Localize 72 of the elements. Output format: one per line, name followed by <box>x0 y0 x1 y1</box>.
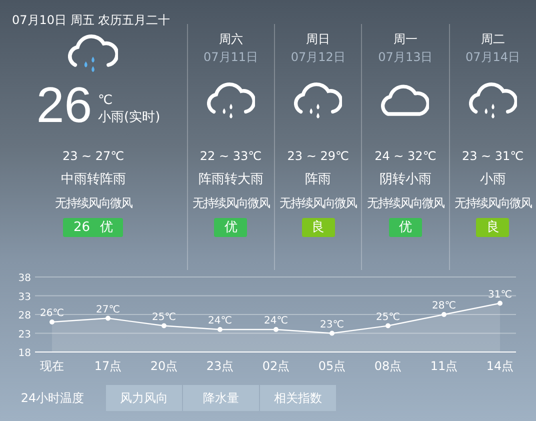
wind-text: 无持续风向微风 <box>280 194 357 212</box>
axis-tick-label: 33 <box>18 292 31 303</box>
value-label: 25℃ <box>376 312 400 323</box>
date-label: 07月12日 <box>290 49 346 66</box>
axis-tick-label: 05点 <box>318 359 346 373</box>
date-label: 07月13日 <box>378 49 433 66</box>
axis-tick-label: 17点 <box>94 359 122 373</box>
date-line: 07月10日 周五 农历五月二十 <box>11 12 172 29</box>
rain-cloud-icon <box>206 82 255 121</box>
air-quality-badge: 良 <box>302 218 335 237</box>
value-label: 24℃ <box>264 316 288 326</box>
weekday-label: 周二 <box>480 31 505 48</box>
data-point <box>274 327 278 332</box>
data-point <box>162 323 166 328</box>
tab[interactable]: 24小时温度 <box>0 385 105 411</box>
data-point <box>442 312 446 317</box>
forecast-text: 阴转小雨 <box>379 170 432 189</box>
air-quality-badge: 优 <box>214 218 248 237</box>
tab[interactable]: 风力风向 <box>106 385 182 411</box>
wind-text: 无持续风向微风 <box>192 194 270 212</box>
axis-tick-label: 11点 <box>430 359 458 373</box>
temperature-range: 24 ~ 32℃ <box>374 148 436 165</box>
value-label: 31℃ <box>488 289 512 300</box>
temperature-range: 23 ~ 29℃ <box>287 148 349 165</box>
data-point <box>218 327 222 332</box>
axis-tick-label: 18 <box>18 348 31 359</box>
axis-tick-label: 38 <box>18 273 31 284</box>
temperature-range: 23 ~ 31℃ <box>462 148 524 165</box>
data-point <box>386 323 390 328</box>
axis-tick-label: 23 <box>18 329 31 340</box>
axis-tick-label: 23点 <box>206 359 234 373</box>
temperature-range: 22 ~ 33℃ <box>200 148 262 165</box>
rain-cloud-icon <box>468 82 517 121</box>
value-label: 24℃ <box>208 316 232 326</box>
rain-cloud-icon <box>294 82 342 121</box>
tab[interactable]: 相关指数 <box>260 385 336 411</box>
axis-tick-label: 28 <box>18 310 31 322</box>
weekday-label: 周六 <box>218 31 243 48</box>
forecast-text: 阵雨 <box>305 170 332 189</box>
air-quality-badge: 优 <box>388 218 422 237</box>
temperature-unit: ℃ <box>98 93 114 108</box>
data-point <box>50 320 54 324</box>
wind-text: 无持续风向微风 <box>454 194 532 212</box>
wind-text: 无持续风向微风 <box>366 194 444 212</box>
value-label: 23℃ <box>320 319 344 330</box>
current-condition: 小雨(实时) <box>98 109 160 126</box>
axis-tick-label: 14点 <box>486 359 514 373</box>
data-point <box>330 330 334 336</box>
date-label: 07月11日 <box>203 49 258 66</box>
wind-text: 无持续风向微风 <box>54 195 132 212</box>
axis-tick-label: 现在 <box>40 359 64 373</box>
rain-cloud-icon <box>68 34 118 74</box>
axis-tick-label: 20点 <box>150 359 178 373</box>
axis-tick-label: 08点 <box>374 359 402 373</box>
current-temperature: 26 <box>36 80 92 130</box>
value-label: 28℃ <box>432 300 456 312</box>
weekday-label: 周日 <box>306 31 330 48</box>
temperature-range: 23 ~ 27℃ <box>62 148 124 166</box>
tab[interactable]: 降水量 <box>183 385 259 411</box>
weekday-label: 周一 <box>393 31 418 48</box>
air-quality-badge: 良 <box>476 218 510 237</box>
value-label: 25℃ <box>152 312 176 323</box>
data-point <box>106 316 110 321</box>
value-label: 27℃ <box>96 304 120 316</box>
forecast-text: 阵雨转大雨 <box>198 170 264 189</box>
data-point <box>498 300 502 306</box>
date-label: 07月14日 <box>466 49 520 66</box>
forecast-text: 小雨 <box>480 170 506 189</box>
axis-tick-label: 02点 <box>262 359 290 373</box>
air-quality-badge: 26 优 <box>63 218 124 238</box>
forecast-text: 中雨转阵雨 <box>60 171 126 190</box>
value-label: 26℃ <box>40 308 64 319</box>
